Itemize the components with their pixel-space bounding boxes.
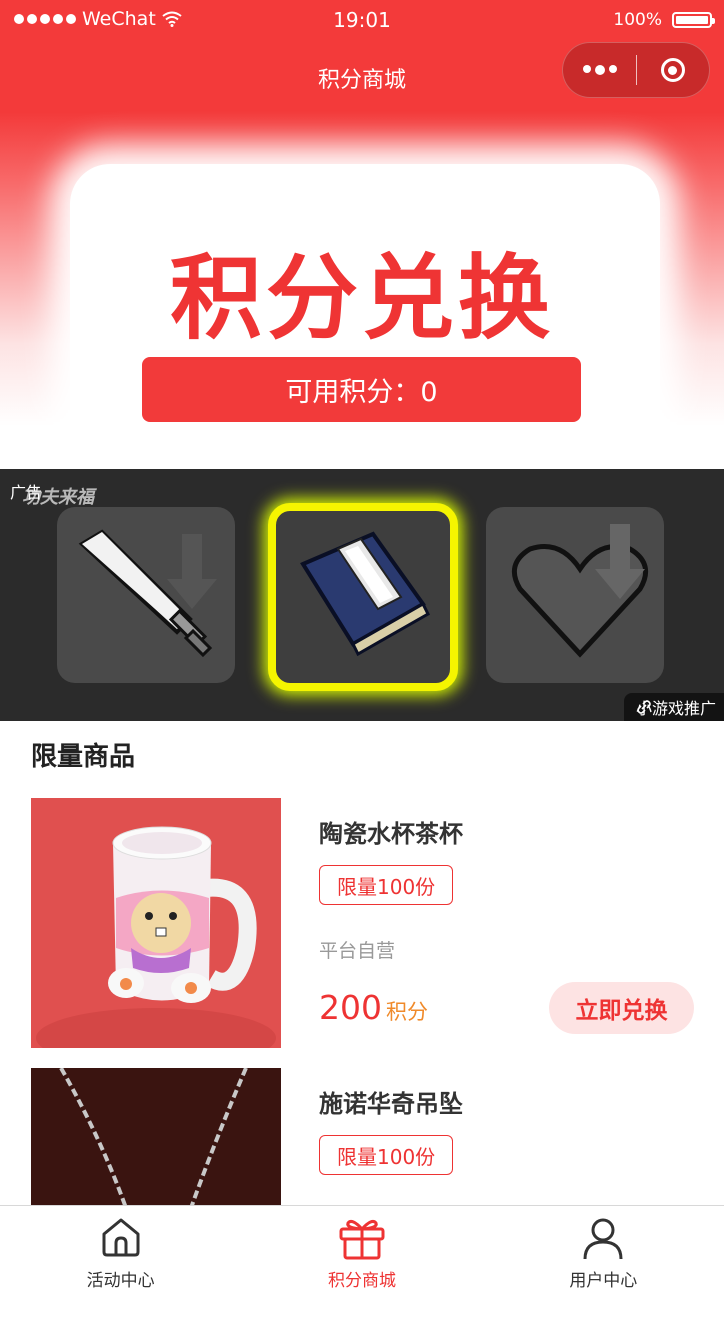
heart-icon <box>511 524 649 658</box>
ad-banner[interactable]: 功夫来福 广告 小游戏推广 <box>0 469 724 721</box>
tab-bar: 活动中心 积分商城 用户中心 <box>0 1205 724 1291</box>
mini-game-promo[interactable]: 小游戏推广 <box>623 693 724 721</box>
available-points: 可用积分：0 <box>142 357 581 422</box>
close-mini-program-button[interactable] <box>637 58 709 82</box>
product-image-mug[interactable] <box>31 798 281 1048</box>
price-value: 200 <box>319 988 382 1027</box>
target-icon <box>660 58 685 82</box>
product-name: 陶瓷水杯茶杯 <box>319 820 463 848</box>
more-options-icon[interactable] <box>563 65 636 75</box>
status-bar: WeChat 19:01 100% <box>0 6 724 34</box>
redeem-button[interactable]: 立即兑换 <box>549 982 694 1034</box>
points-banner: 积分兑换 可用积分：0 <box>0 112 724 469</box>
top-bar: WeChat 19:01 100% 积分商城 <box>0 0 724 112</box>
tab-label: 活动中心 <box>86 1271 155 1291</box>
gift-icon <box>339 1220 385 1260</box>
sword-icon <box>78 529 217 658</box>
tab-points-mall[interactable]: 积分商城 <box>241 1206 482 1291</box>
battery-icon <box>672 12 715 28</box>
tab-activity-center[interactable]: 活动中心 <box>0 1206 241 1291</box>
limit-badge: 限量100份 <box>319 865 454 905</box>
product-card[interactable]: 陶瓷水杯茶杯 限量100份 平台自营 200 积分 立即兑换 <box>31 798 694 1048</box>
book-icon <box>300 531 430 657</box>
home-icon <box>102 1218 140 1257</box>
section-title: 限量商品 <box>31 742 136 772</box>
store-label: 平台自营 <box>319 940 396 962</box>
tab-label: 积分商城 <box>327 1271 396 1291</box>
product-name: 施诺华奇吊坠 <box>319 1090 463 1118</box>
limit-badge: 限量100份 <box>319 1135 454 1175</box>
banner-title: 积分兑换 <box>169 245 554 352</box>
product-price: 200 积分 <box>319 988 428 1027</box>
mini-program-capsule <box>562 42 710 98</box>
tab-label: 用户中心 <box>569 1271 638 1291</box>
status-right: 100% <box>613 10 715 30</box>
link-icon <box>637 700 651 714</box>
battery-percent: 100% <box>613 10 662 30</box>
user-icon <box>583 1218 623 1260</box>
price-unit: 积分 <box>386 1000 428 1024</box>
ad-tag: 广告 <box>10 483 43 502</box>
tab-user-center[interactable]: 用户中心 <box>483 1206 724 1291</box>
